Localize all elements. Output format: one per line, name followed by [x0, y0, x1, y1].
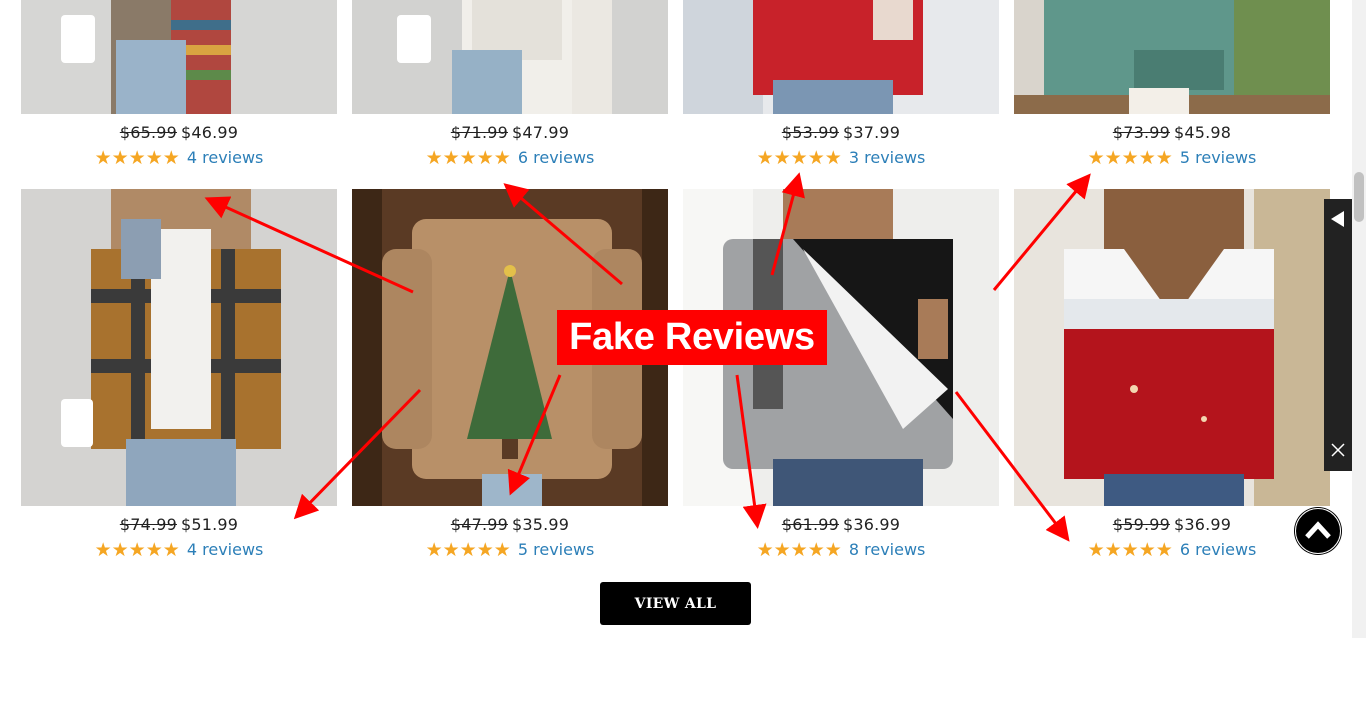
- chevron-up-icon: [1305, 521, 1331, 539]
- original-price: $53.99: [781, 123, 839, 142]
- reviews-link[interactable]: 4 reviews: [187, 148, 264, 167]
- price: $65.99 $46.99: [21, 123, 337, 142]
- side-tab-text: GET EXTRA 10% OFF: [1330, 526, 1348, 725]
- rating-stars: ★★★★★: [94, 147, 180, 169]
- reviews-link[interactable]: 6 reviews: [1180, 540, 1257, 559]
- rating-stars: ★★★★★: [425, 539, 511, 561]
- original-price: $71.99: [450, 123, 508, 142]
- rating: ★★★★★ 4 reviews: [21, 539, 337, 561]
- original-price: $73.99: [1112, 123, 1170, 142]
- triangle-left-icon[interactable]: [1331, 211, 1344, 227]
- scrollbar[interactable]: [1352, 0, 1366, 638]
- sale-price: $47.99: [512, 123, 570, 142]
- sale-price: $51.99: [181, 515, 239, 534]
- price: $71.99 $47.99: [352, 123, 668, 142]
- reviews-link[interactable]: 8 reviews: [849, 540, 926, 559]
- annotation-label: Fake Reviews: [557, 310, 827, 365]
- product-image[interactable]: [683, 0, 999, 114]
- rating: ★★★★★ 5 reviews: [352, 539, 668, 561]
- back-to-top-button[interactable]: [1295, 508, 1341, 554]
- rating: ★★★★★ 6 reviews: [352, 147, 668, 169]
- product-image[interactable]: [21, 189, 337, 506]
- original-price: $59.99: [1112, 515, 1170, 534]
- price: $73.99 $45.98: [1014, 123, 1330, 142]
- reviews-link[interactable]: 4 reviews: [187, 540, 264, 559]
- sale-price: $37.99: [843, 123, 901, 142]
- discount-side-tab[interactable]: GET EXTRA 10% OFF: [1324, 199, 1352, 725]
- sale-price: $46.99: [181, 123, 239, 142]
- rating: ★★★★★ 6 reviews: [1014, 539, 1330, 561]
- price: $47.99 $35.99: [352, 515, 668, 534]
- price: $61.99 $36.99: [683, 515, 999, 534]
- product-image[interactable]: [21, 0, 337, 114]
- original-price: $65.99: [119, 123, 177, 142]
- sale-price: $36.99: [843, 515, 901, 534]
- reviews-link[interactable]: 5 reviews: [1180, 148, 1257, 167]
- reviews-link[interactable]: 3 reviews: [849, 148, 926, 167]
- rating: ★★★★★ 8 reviews: [683, 539, 999, 561]
- rating-stars: ★★★★★: [756, 147, 842, 169]
- sale-price: $36.99: [1174, 515, 1232, 534]
- price: $53.99 $37.99: [683, 123, 999, 142]
- rating-stars: ★★★★★: [1087, 147, 1173, 169]
- sale-price: $45.98: [1174, 123, 1232, 142]
- scrollbar-thumb[interactable]: [1354, 172, 1364, 222]
- product-image[interactable]: [352, 0, 668, 114]
- rating-stars: ★★★★★: [94, 539, 180, 561]
- original-price: $61.99: [781, 515, 839, 534]
- close-icon[interactable]: [1331, 443, 1345, 457]
- product-image[interactable]: [1014, 0, 1330, 114]
- reviews-link[interactable]: 5 reviews: [518, 540, 595, 559]
- reviews-link[interactable]: 6 reviews: [518, 148, 595, 167]
- original-price: $74.99: [119, 515, 177, 534]
- rating-stars: ★★★★★: [756, 539, 842, 561]
- rating: ★★★★★ 5 reviews: [1014, 147, 1330, 169]
- price: $59.99 $36.99: [1014, 515, 1330, 534]
- rating-stars: ★★★★★: [425, 147, 511, 169]
- rating: ★★★★★ 3 reviews: [683, 147, 999, 169]
- rating: ★★★★★ 4 reviews: [21, 147, 337, 169]
- sale-price: $35.99: [512, 515, 570, 534]
- product-image[interactable]: [1014, 189, 1330, 506]
- original-price: $47.99: [450, 515, 508, 534]
- view-all-button[interactable]: VIEW ALL: [600, 582, 751, 625]
- price: $74.99 $51.99: [21, 515, 337, 534]
- rating-stars: ★★★★★: [1087, 539, 1173, 561]
